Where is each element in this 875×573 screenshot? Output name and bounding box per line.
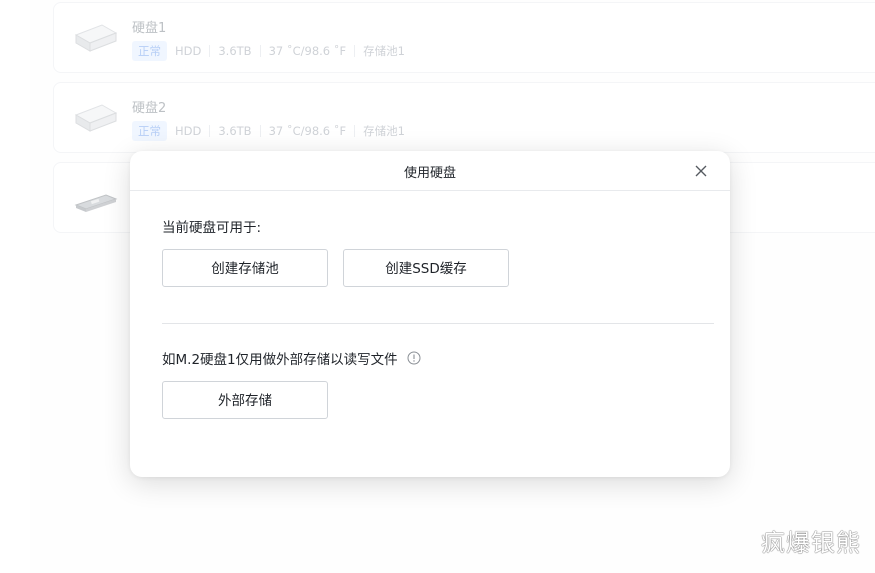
close-icon[interactable]: [693, 163, 709, 179]
usage-label: 当前硬盘可用于:: [162, 220, 262, 236]
create-ssd-cache-button[interactable]: 创建SSD缓存: [343, 249, 509, 287]
external-storage-label: 如M.2硬盘1仅用做外部存储以读写文件: [162, 352, 398, 368]
dialog-title: 使用硬盘: [403, 166, 456, 181]
external-storage-button[interactable]: 外部存储: [162, 381, 328, 419]
external-storage-section: 如M.2硬盘1仅用做外部存储以读写文件: [162, 348, 421, 368]
create-storage-pool-button[interactable]: 创建存储池: [162, 249, 328, 287]
watermark-text: 疯爆银熊: [761, 529, 861, 557]
dialog-header: 使用硬盘: [130, 151, 730, 191]
divider: [162, 323, 714, 324]
info-icon[interactable]: [407, 351, 421, 365]
use-disk-dialog: 使用硬盘 当前硬盘可用于: 创建存储池 创建SSD缓存 如M.2硬盘1仅用做外部…: [130, 151, 730, 477]
